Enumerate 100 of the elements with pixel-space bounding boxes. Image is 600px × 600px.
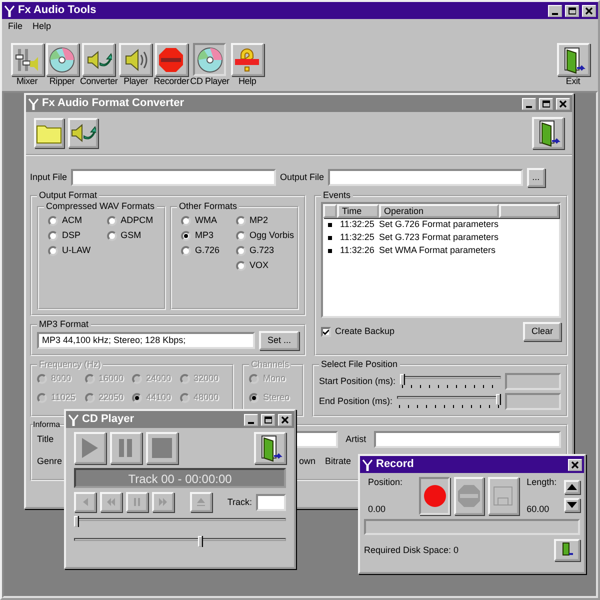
disk-space-text: Required Disk Space: 0 [364,544,459,556]
disc-icon [49,46,75,73]
down-button[interactable] [564,498,580,512]
forward-button[interactable] [152,492,174,512]
radio-button[interactable]: MP3 [181,228,220,243]
radio-button[interactable]: ADPCM [106,213,154,228]
radio-button[interactable]: WMA [181,213,220,228]
speaker-icon [122,46,149,73]
close-button[interactable] [278,414,292,426]
genre-value: own [299,456,317,467]
previous-button[interactable] [74,492,96,512]
group-title: Compressed WAV Formats [45,202,156,211]
pause-button[interactable] [126,492,148,512]
clear-button[interactable]: Clear [523,322,561,341]
bullet-icon [328,222,332,226]
bullet-icon [328,236,332,240]
up-arrow-icon [566,483,578,491]
window-title: Record [376,458,415,472]
close-button[interactable] [568,458,582,470]
track-field[interactable] [256,494,286,510]
exit-button[interactable] [254,432,286,464]
track-display: Track 00 - 00:00:00 [74,468,286,488]
save-button[interactable] [488,477,519,515]
window-title: Fx Audio Format Converter [42,96,185,110]
open-button[interactable] [34,118,64,148]
table-cell-text: 11:32:26 [339,245,376,256]
radio-button[interactable]: U-LAW [48,243,91,258]
menu-item[interactable]: File [8,21,23,31]
convert-button[interactable] [68,118,98,148]
radio-button[interactable]: MP2 [236,213,294,228]
input-file-field[interactable] [71,169,276,186]
radio-button[interactable]: DSP [48,228,91,243]
close-button[interactable] [556,98,570,110]
radio-button[interactable]: G.723 [236,243,294,258]
position-field[interactable] [505,372,561,390]
field-label: Title [37,434,54,445]
record-icon [422,484,447,508]
field-label: Artist [346,434,366,445]
table-cell: Set G.726 Format parameters [379,219,499,230]
format-field[interactable]: MP3 44,100 kHz; Stereo; 128 Kbps; [37,332,256,349]
radio-button[interactable]: GSM [106,228,154,243]
minimize-button[interactable] [244,414,258,426]
maximize-button[interactable] [539,98,553,110]
minimize-button[interactable] [522,98,536,110]
maximize-icon [568,6,576,14]
stop-button[interactable] [454,477,484,515]
group-title: Frequency (Hz) [38,360,102,369]
close-icon [571,460,579,468]
check-icon [323,328,329,334]
group-title: Events [322,191,352,200]
group-title: MP3 Format [38,320,90,329]
pause-button[interactable] [110,432,142,464]
eject-button[interactable] [190,492,212,512]
minimize-icon [552,12,558,14]
maximize-button[interactable] [565,4,579,16]
play-button[interactable] [74,432,106,464]
radio-button[interactable]: G.726 [181,243,220,258]
forward-icon [158,497,168,507]
field-label: Position: [368,477,404,488]
radio-button[interactable]: VOX [236,258,294,273]
position-field[interactable] [505,392,561,410]
maximize-button[interactable] [261,414,275,426]
checkbox[interactable]: Create Backup [321,324,395,339]
field-label: Length: [526,477,558,488]
slider-label: Start Position (ms): [319,376,396,386]
slider-thumb[interactable] [74,516,78,527]
slider-thumb[interactable] [496,394,500,405]
table-cell: Set WMA Format parameters [379,245,496,256]
window-title: CD Player [82,412,135,426]
up-button[interactable] [564,480,580,494]
minimize-button[interactable] [548,4,562,16]
field-label: Bitrate [325,456,352,467]
close-icon [585,6,593,14]
stop-button[interactable] [146,432,178,464]
radio-button[interactable]: ACM [48,213,91,228]
close-button[interactable] [582,4,596,16]
artist-field[interactable] [374,431,561,448]
slider-thumb[interactable] [198,536,202,547]
stop-icon [151,436,173,460]
exit-button[interactable] [554,539,580,561]
exit-button[interactable] [532,117,564,149]
field-label: Genre [37,456,64,467]
menu-item[interactable]: Help [32,21,52,31]
app-icon [68,414,79,426]
close-icon [559,100,567,108]
record-button[interactable] [419,477,450,515]
record-icon [158,46,184,73]
output-file-field[interactable] [328,169,524,186]
slider-thumb[interactable] [400,374,404,385]
close-icon [281,416,289,424]
rewind-button[interactable] [100,492,122,512]
slider-label: End Position (ms): [319,396,393,406]
set-button[interactable]: Set ... [259,331,299,350]
mixer-icon [14,46,40,73]
down-arrow-icon [566,501,578,509]
field-label: Track: [227,496,252,508]
stop-icon [457,484,482,508]
browse-button[interactable]: ... [527,168,545,187]
radio-button[interactable]: Ogg Vorbis [236,228,294,243]
app-icon [4,4,15,16]
